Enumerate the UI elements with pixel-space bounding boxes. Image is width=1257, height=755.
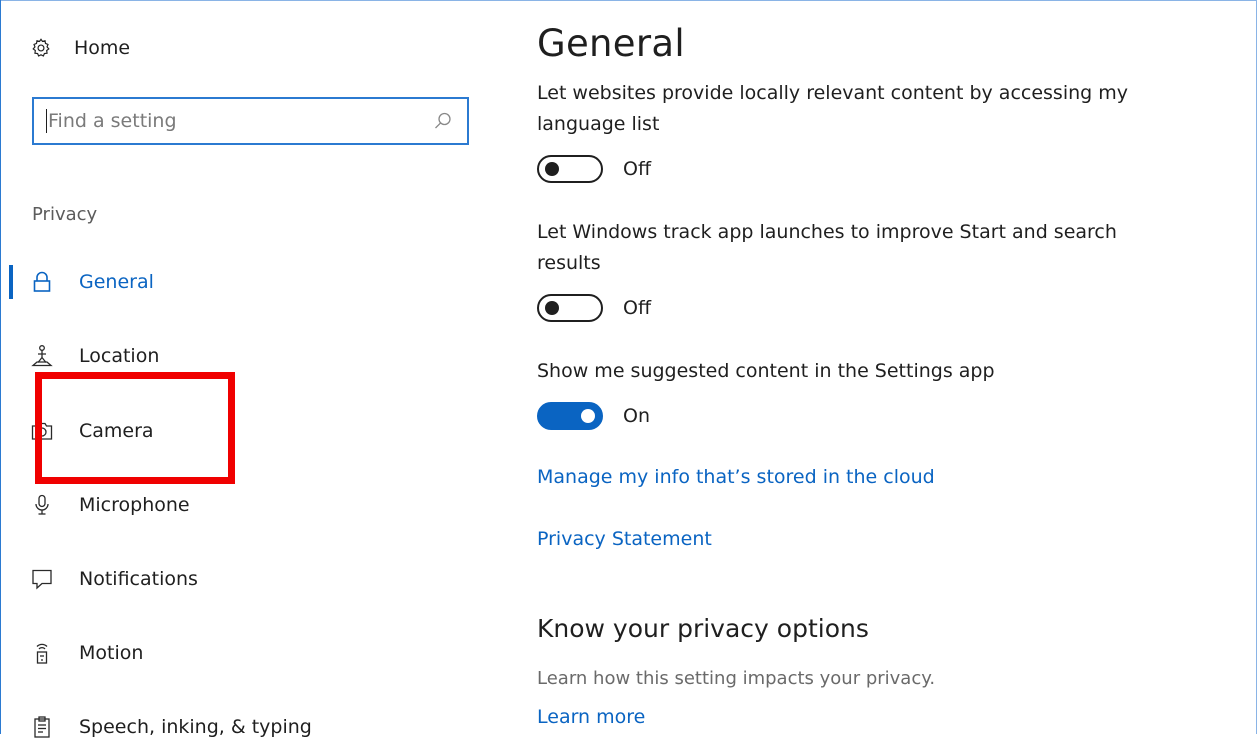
sidebar-item-label: Location [79, 345, 160, 367]
setting-suggested-content-description: Show me suggested content in the Setting… [537, 360, 995, 382]
gear-icon [32, 38, 50, 57]
clipboard-icon [34, 716, 50, 738]
learn-more-link[interactable]: Learn more [537, 706, 645, 728]
search-input[interactable] [34, 99, 433, 143]
location-person-icon [31, 345, 53, 367]
page-title: General [537, 22, 685, 65]
settings-main: General Let websites provide locally rel… [537, 0, 1237, 734]
active-indicator [9, 265, 13, 299]
sidebar-item-general[interactable]: General [0, 254, 500, 310]
setting-app-launches-description: Let Windows track app launches to improv… [537, 221, 1117, 274]
speech-bubble-icon [32, 569, 52, 590]
privacy-statement-link[interactable]: Privacy Statement [537, 528, 712, 550]
sidebar-item-label: Camera [79, 420, 154, 442]
privacy-options-subtext: Learn how this setting impacts your priv… [537, 668, 936, 689]
setting-app-launches-row: Off [537, 293, 651, 323]
sidebar-item-label: Speech, inking, & typing [79, 716, 312, 738]
settings-sidebar: Home Privacy General Location [0, 0, 500, 738]
search-box [32, 97, 469, 145]
setting-suggested-content-row: On [537, 401, 650, 431]
toggle-state-label: On [623, 405, 650, 427]
toggle-state-label: Off [623, 158, 652, 180]
search-icon[interactable] [433, 111, 453, 131]
sidebar-item-notifications[interactable]: Notifications [0, 551, 500, 607]
toggle-knob [545, 162, 559, 176]
app-launches-toggle[interactable] [537, 294, 603, 322]
sidebar-item-label: Microphone [79, 494, 190, 516]
sidebar-item-label: Motion [79, 642, 144, 664]
toggle-knob [545, 301, 559, 315]
manage-cloud-info-link[interactable]: Manage my info that’s stored in the clou… [537, 466, 935, 488]
setting-language-list-row: Off [537, 154, 651, 184]
toggle-knob [581, 409, 595, 423]
sidebar-item-label: Notifications [79, 568, 198, 590]
sidebar-item-camera[interactable]: Camera [0, 403, 500, 459]
motion-sensor-icon [36, 643, 48, 664]
setting-language-list-description: Let websites provide locally relevant co… [537, 82, 1128, 135]
microphone-icon [35, 494, 49, 515]
lock-icon [33, 271, 51, 292]
section-label-privacy: Privacy [32, 204, 98, 225]
sidebar-item-speech-inking-typing[interactable]: Speech, inking, & typing [0, 699, 500, 755]
language-list-toggle[interactable] [537, 155, 603, 183]
home-button[interactable]: Home [30, 30, 130, 66]
toggle-state-label: Off [623, 297, 652, 319]
text-caret [46, 109, 47, 133]
sidebar-item-label: General [79, 271, 154, 293]
camera-icon [31, 422, 53, 440]
sidebar-item-motion[interactable]: Motion [0, 625, 500, 681]
home-label: Home [74, 37, 131, 59]
sidebar-item-location[interactable]: Location [0, 328, 500, 384]
privacy-options-heading: Know your privacy options [537, 614, 869, 643]
suggested-content-toggle[interactable] [537, 402, 603, 430]
sidebar-item-microphone[interactable]: Microphone [0, 477, 500, 533]
